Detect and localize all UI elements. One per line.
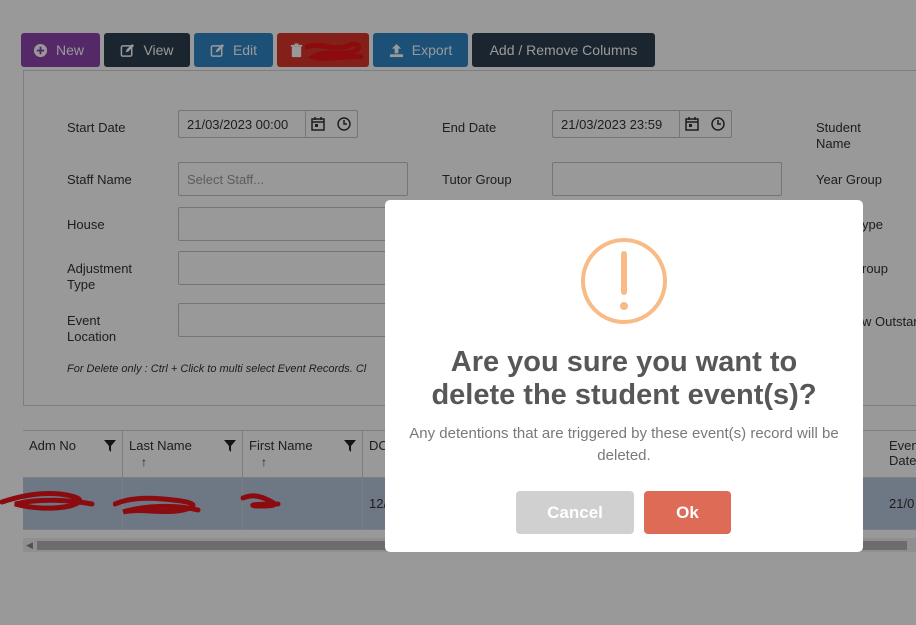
ok-button[interactable]: Ok [644, 491, 731, 534]
warning-icon [581, 238, 667, 324]
confirm-delete-dialog: Are you sure you want to delete the stud… [385, 200, 863, 552]
dialog-message: Any detentions that are triggered by the… [409, 425, 839, 464]
cancel-button[interactable]: Cancel [516, 491, 634, 534]
dialog-title: Are you sure you want to delete the stud… [431, 346, 817, 411]
